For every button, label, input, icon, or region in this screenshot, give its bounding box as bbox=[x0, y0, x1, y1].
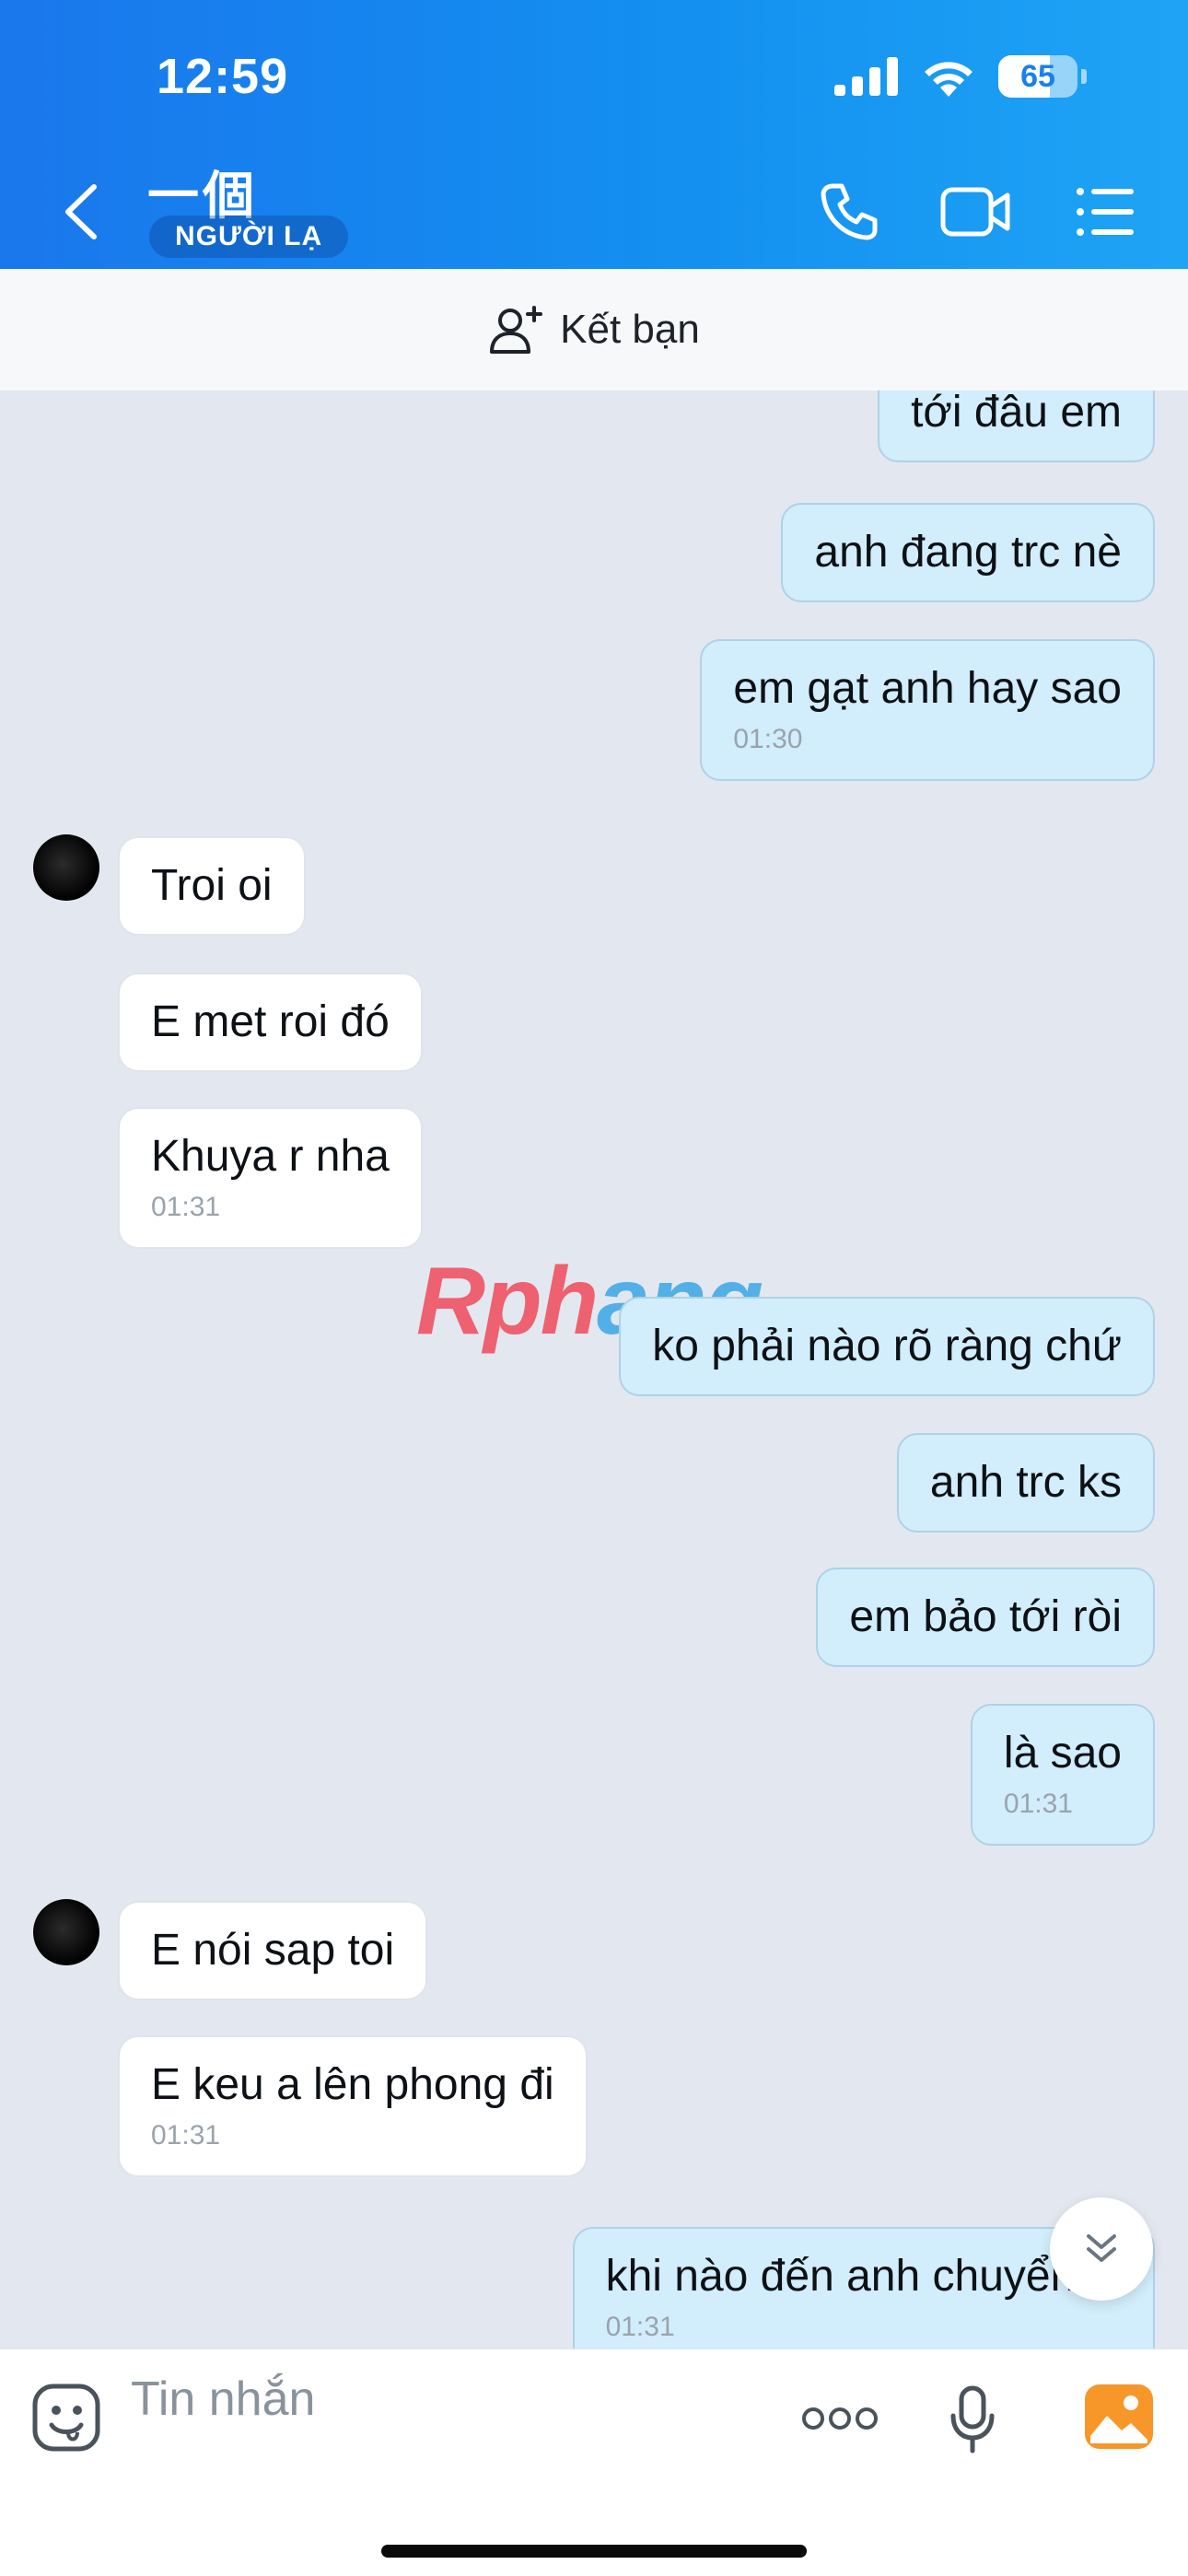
image-gallery-icon[interactable] bbox=[1083, 2383, 1155, 2451]
message-text: anh đang trc nè bbox=[814, 528, 1122, 577]
message-sent[interactable]: em gạt anh hay sao 01:30 bbox=[700, 639, 1155, 781]
message-received[interactable]: E nói sap toi bbox=[118, 1901, 428, 2000]
status-time: 12:59 bbox=[157, 49, 289, 104]
wifi-icon bbox=[925, 62, 973, 97]
message-text: là sao bbox=[1003, 1729, 1122, 1778]
add-friend-label: Kết bạn bbox=[560, 307, 700, 352]
message-sent[interactable]: tới đâu em bbox=[878, 390, 1155, 462]
message-text: E met roi đó bbox=[151, 997, 390, 1046]
message-text: Troi oi bbox=[151, 861, 273, 910]
stranger-badge: NGƯỜI LẠ bbox=[149, 216, 349, 258]
status-icons: 65 bbox=[834, 55, 1087, 98]
message-sent[interactable]: anh trc ks bbox=[896, 1433, 1155, 1533]
message-sent[interactable]: anh đang trc nè bbox=[781, 503, 1155, 602]
message-text: tới đâu em bbox=[911, 390, 1122, 437]
sticker-icon[interactable] bbox=[31, 2383, 101, 2453]
double-chevron-down-icon bbox=[1087, 2234, 1116, 2262]
message-text: em gạt anh hay sao bbox=[733, 664, 1122, 713]
message-input-bar: Tin nhắn bbox=[0, 2349, 1188, 2576]
add-friend-icon bbox=[490, 306, 543, 354]
message-list[interactable]: tới đâu em anh đang trc nè em gạt anh ha… bbox=[0, 390, 1188, 2349]
chevron-left-icon bbox=[65, 184, 97, 239]
message-received[interactable]: Khuya r nha 01:31 bbox=[118, 1107, 423, 1249]
message-text: Khuya r nha bbox=[151, 1132, 390, 1181]
call-button[interactable] bbox=[812, 175, 886, 249]
home-indicator bbox=[381, 2545, 807, 2558]
message-text: khi nào đến anh chuyển đi bbox=[605, 2252, 1122, 2301]
message-sent[interactable]: ko phải nào rõ ràng chứ bbox=[619, 1297, 1155, 1396]
phone-icon bbox=[821, 183, 878, 240]
battery-level: 65 bbox=[1020, 58, 1055, 94]
message-text: anh trc ks bbox=[929, 1458, 1122, 1507]
scroll-to-bottom-button[interactable] bbox=[1050, 2197, 1153, 2301]
message-text: ko phải nào rõ ràng chứ bbox=[652, 1322, 1122, 1370]
video-call-button[interactable] bbox=[939, 175, 1013, 249]
video-camera-icon bbox=[940, 187, 1010, 237]
message-time: 01:31 bbox=[151, 1192, 221, 1222]
chat-header: 12:59 65 一個 NGƯỜI LẠ bbox=[0, 0, 1188, 269]
message-time: 01:31 bbox=[1003, 1789, 1073, 1819]
menu-list-icon bbox=[1077, 188, 1134, 236]
microphone-icon[interactable] bbox=[949, 2384, 996, 2454]
message-sent[interactable]: em bảo tới ròi bbox=[816, 1568, 1155, 1667]
message-input[interactable]: Tin nhắn bbox=[131, 2372, 315, 2427]
message-received[interactable]: Troi oi bbox=[118, 836, 306, 936]
message-received[interactable]: E met roi đó bbox=[118, 973, 423, 1072]
message-sent[interactable]: là sao 01:31 bbox=[970, 1704, 1155, 1846]
message-time: 01:30 bbox=[733, 724, 803, 754]
battery-tip bbox=[1081, 69, 1087, 84]
message-time: 01:31 bbox=[605, 2312, 675, 2342]
message-time: 01:31 bbox=[151, 2120, 221, 2151]
battery-icon: 65 bbox=[998, 55, 1077, 98]
message-text: E keu a lên phong đi bbox=[151, 2060, 554, 2109]
add-friend-bar[interactable]: Kết bạn bbox=[0, 269, 1188, 390]
signal-icon bbox=[834, 57, 898, 96]
options-button[interactable] bbox=[1068, 175, 1142, 249]
back-button[interactable] bbox=[53, 180, 109, 244]
message-text: em bảo tới ròi bbox=[849, 1592, 1122, 1641]
message-received[interactable]: E keu a lên phong đi 01:31 bbox=[118, 2035, 588, 2177]
more-options-icon[interactable] bbox=[801, 2405, 879, 2432]
avatar[interactable] bbox=[33, 834, 99, 901]
avatar[interactable] bbox=[33, 1899, 99, 1965]
message-text: E nói sap toi bbox=[151, 1926, 395, 1975]
